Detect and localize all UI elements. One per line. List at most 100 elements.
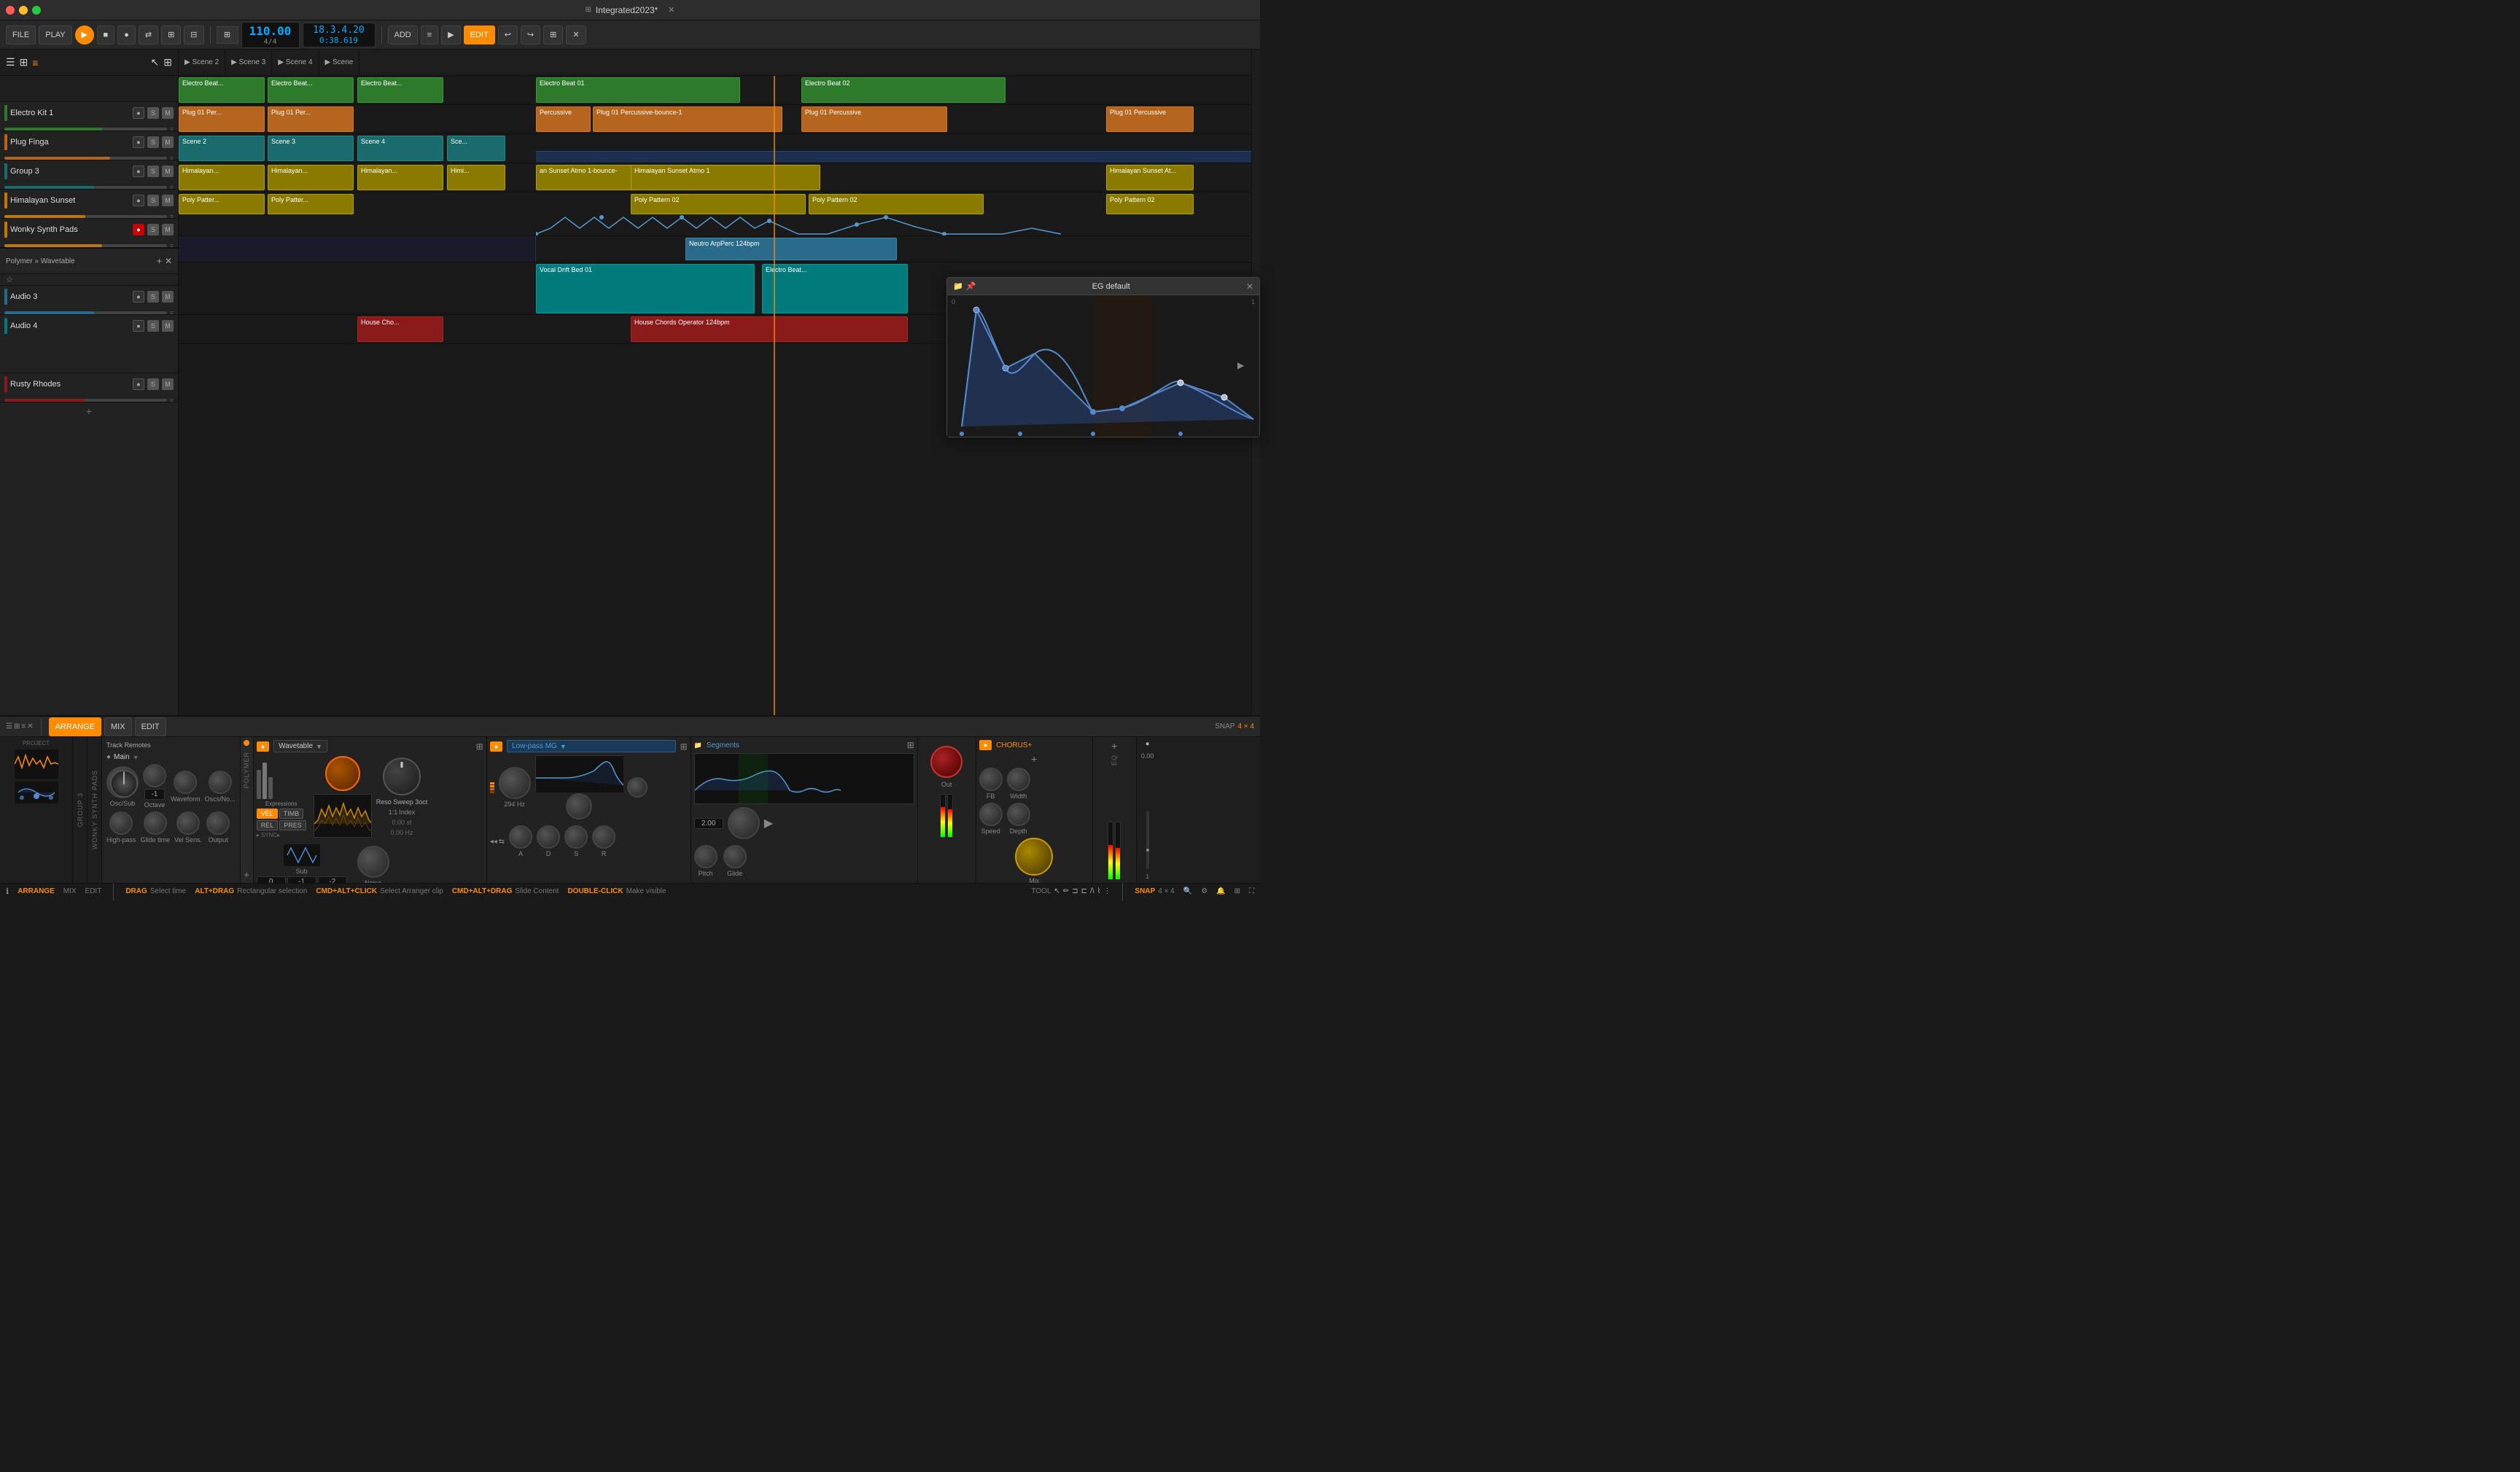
- clip-electro-beat-1[interactable]: Electro Beat...: [179, 77, 265, 103]
- filter-drive-knob[interactable]: [627, 777, 648, 798]
- track-mute-rusty[interactable]: M: [162, 378, 174, 390]
- clip-poly-02-3[interactable]: Poly Pattern 02: [1106, 194, 1194, 214]
- depth-knob[interactable]: [1007, 803, 1030, 826]
- wavetable-selector[interactable]: Wavetable ▼: [273, 740, 327, 752]
- right-fader[interactable]: [1146, 811, 1149, 869]
- track-mute-himalayan[interactable]: M: [162, 195, 174, 206]
- pencil-tool[interactable]: ✏: [1063, 887, 1069, 895]
- adsr-slider-2[interactable]: [262, 763, 267, 799]
- clip-electro-beat-3[interactable]: Electro Beat...: [357, 77, 443, 103]
- track-fader-group3[interactable]: [4, 186, 167, 189]
- mixer-button[interactable]: ≡: [421, 26, 438, 44]
- eg-close-btn[interactable]: ✕: [1246, 281, 1253, 292]
- output-knob[interactable]: [206, 811, 230, 835]
- status-info-icon[interactable]: ℹ: [6, 887, 9, 896]
- clip-poly-02-2[interactable]: Poly Pattern 02: [809, 194, 984, 214]
- sub-val-neg2[interactable]: -2: [318, 876, 347, 883]
- clip-vocal-drift-01[interactable]: Vocal Drift Bed 01: [536, 264, 755, 314]
- undo-button[interactable]: ↩: [498, 26, 518, 44]
- track-power-plug-finga[interactable]: ●: [133, 136, 144, 148]
- header-hamburger[interactable]: ☰: [6, 56, 15, 69]
- cursor-tool[interactable]: ↖: [1054, 887, 1059, 895]
- glide-time-knob[interactable]: [144, 811, 167, 835]
- track-power-electro-kit[interactable]: ●: [133, 107, 144, 119]
- adsr-a-knob[interactable]: [509, 825, 532, 849]
- loop-button[interactable]: ⇄: [139, 26, 158, 44]
- minimize-traffic-light[interactable]: [19, 6, 28, 15]
- header-bars[interactable]: ≡: [32, 57, 38, 69]
- delete-button[interactable]: ✕: [566, 26, 586, 44]
- clip-himalayan-1[interactable]: Himalayan...: [179, 165, 265, 190]
- view-button[interactable]: ⊟: [184, 26, 203, 44]
- clip-neutro[interactable]: Neutro ArpPerc 124bpm: [685, 238, 897, 260]
- adsr-s-knob[interactable]: [564, 825, 588, 849]
- high-pass-knob[interactable]: [109, 811, 133, 835]
- edit-button[interactable]: EDIT: [464, 26, 495, 44]
- track-mute-group3[interactable]: M: [162, 165, 174, 177]
- track-solo-rusty[interactable]: S: [147, 378, 159, 390]
- osc-main-knob[interactable]: [325, 756, 360, 791]
- segments-knob[interactable]: [728, 807, 760, 839]
- add-button[interactable]: ADD: [388, 26, 418, 44]
- track-fader-electro-kit[interactable]: [4, 128, 167, 131]
- filter-freq-knob[interactable]: [499, 767, 531, 799]
- clip-himalayan-end[interactable]: Himalayan Sunset At...: [1106, 165, 1194, 190]
- scene-4-btn[interactable]: ▶ Scene 4: [272, 50, 319, 75]
- track-solo-electro-kit[interactable]: S: [147, 107, 159, 119]
- file-button[interactable]: FILE: [6, 26, 36, 44]
- track-solo-audio3[interactable]: S: [147, 291, 159, 303]
- add-track-button[interactable]: +: [0, 402, 178, 420]
- octave-knob[interactable]: [143, 764, 166, 787]
- chorus-power-btn[interactable]: ●: [979, 740, 992, 750]
- sub-val-0[interactable]: 0: [257, 876, 286, 883]
- out-knob[interactable]: [930, 746, 962, 778]
- bottom-icon-btn[interactable]: ☰: [6, 723, 12, 731]
- transport-play-btn[interactable]: ▶: [441, 26, 460, 44]
- line-tool[interactable]: /\: [1090, 887, 1094, 895]
- main-chevron[interactable]: ▼: [133, 754, 139, 761]
- track-mute-audio4[interactable]: M: [162, 320, 174, 332]
- play-button[interactable]: ▶: [75, 26, 94, 44]
- track-menu-plug-finga[interactable]: ≡: [170, 155, 174, 162]
- clip-electro-beat-2[interactable]: Electro Beat...: [268, 77, 354, 103]
- clip-plug-percussive-2[interactable]: Plug 01 Percussive: [1106, 106, 1194, 132]
- track-rec-wonky[interactable]: ●: [133, 224, 144, 235]
- search-icon[interactable]: 🔍: [1183, 887, 1192, 895]
- vel-btn[interactable]: VEL: [257, 809, 278, 819]
- copy-button[interactable]: ⊞: [543, 26, 563, 44]
- track-fader-wonky[interactable]: [4, 244, 167, 247]
- clip-plug-per-2[interactable]: Plug 01 Per...: [268, 106, 354, 132]
- fb-knob[interactable]: [979, 768, 1003, 791]
- clip-himalayan-atmo[interactable]: Himalayan Sunset Atmo 1: [631, 165, 820, 190]
- adsr-d-knob[interactable]: [537, 825, 560, 849]
- clip-scene2-group[interactable]: Scene 2: [179, 136, 265, 161]
- track-solo-group3[interactable]: S: [147, 165, 159, 177]
- track-solo-wonky[interactable]: S: [147, 224, 159, 235]
- instrument-add-btn[interactable]: +: [157, 256, 162, 266]
- clip-electro-beat-02[interactable]: Electro Beat 02: [801, 77, 1006, 103]
- track-menu-audio3[interactable]: ≡: [170, 309, 174, 316]
- clip-plug-bounce[interactable]: Plug 01 Percussive-bounce-1: [593, 106, 782, 132]
- range-tool[interactable]: ⌇: [1097, 887, 1101, 895]
- track-menu-group3[interactable]: ≡: [170, 184, 174, 191]
- track-menu-wonky[interactable]: ≡: [170, 242, 174, 249]
- main-dropdown[interactable]: ● Main ▼: [106, 753, 236, 761]
- arrange-tab[interactable]: ARRANGE: [49, 717, 101, 736]
- transport-left[interactable]: ⊞: [217, 26, 238, 44]
- bottom-x-btn[interactable]: ✕: [27, 723, 33, 731]
- vel-sens-knob[interactable]: [176, 811, 200, 835]
- arrow-btns[interactable]: ⇆: [499, 838, 505, 846]
- track-fader-plug-finga[interactable]: [4, 157, 167, 160]
- bracket-tool-1[interactable]: ⊐: [1072, 887, 1078, 895]
- title-close-btn[interactable]: ✕: [668, 5, 674, 15]
- seg-folder-icon[interactable]: 📁: [694, 741, 702, 749]
- clip-himalayan-2[interactable]: Himalayan...: [268, 165, 354, 190]
- right-1-btn[interactable]: 1: [1146, 873, 1148, 880]
- adsr-slider-1[interactable]: [257, 770, 261, 799]
- filter-selector[interactable]: Low-pass MG ▼: [507, 740, 676, 752]
- glide-knob[interactable]: [723, 845, 747, 868]
- track-power-rusty[interactable]: ●: [133, 378, 144, 390]
- track-power-himalayan[interactable]: ●: [133, 195, 144, 206]
- segments-play-btn[interactable]: ▶: [764, 816, 773, 830]
- timb-btn[interactable]: TIMB: [279, 809, 304, 819]
